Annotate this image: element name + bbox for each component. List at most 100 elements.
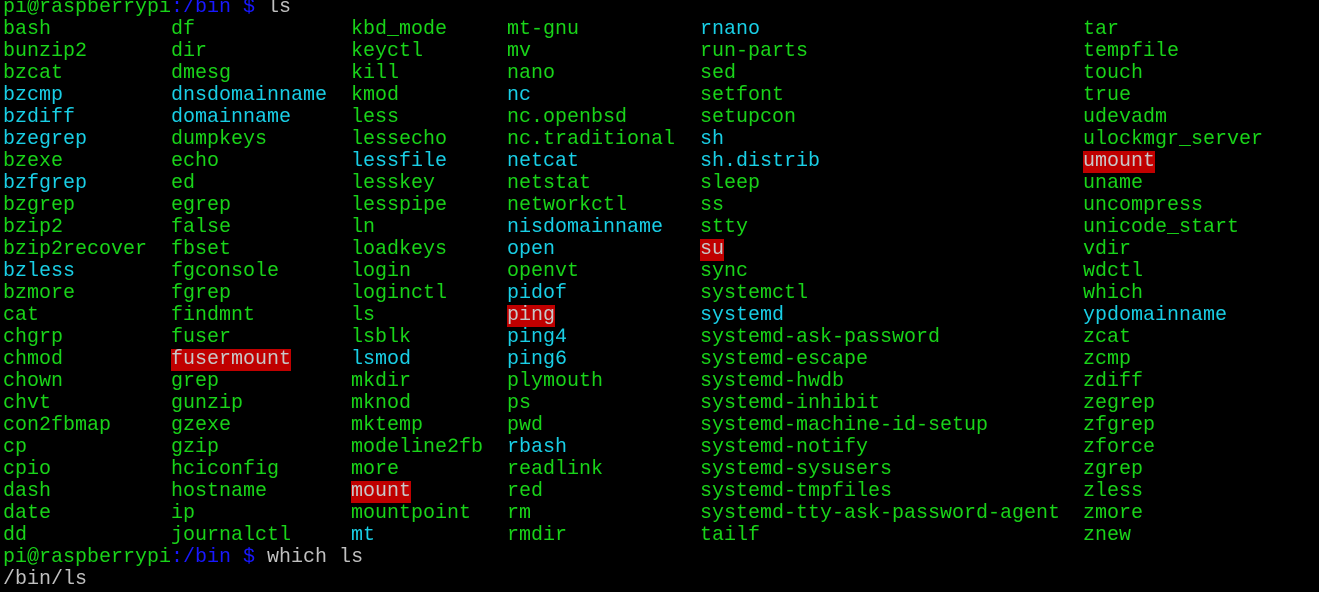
file-entry: lessfile [351,150,448,173]
command-text: which ls [255,546,364,569]
file-entry: plymouth [507,370,604,393]
file-entry: gunzip [171,392,244,415]
file-entry: lsmod [351,348,412,371]
file-entry: systemd-notify [700,436,869,459]
file-entry: vdir [1083,238,1132,261]
file-entry: kill [351,62,400,85]
file-entry: tar [1083,18,1120,41]
file-entry: bunzip2 [3,40,88,63]
file-entry: ip [171,502,196,525]
file-entry: hostname [171,480,268,503]
file-entry: cpio [3,458,52,481]
file-entry: con2fbmap [3,414,112,437]
file-entry: sed [700,62,737,85]
file-entry: systemd-escape [700,348,869,371]
file-entry: zfgrep [1083,414,1156,437]
file-entry: bzexe [3,150,64,173]
file-entry: bzip2 [3,216,64,239]
file-entry: login [351,260,412,283]
file-entry: zmore [1083,502,1144,525]
file-entry: nc [507,84,532,107]
file-entry: rnano [700,18,761,41]
file-entry: rmdir [507,524,568,547]
file-entry: bzfgrep [3,172,88,195]
prompt-user: pi@raspberrypi [3,0,172,19]
file-entry: bzcat [3,62,64,85]
file-entry: fgconsole [171,260,280,283]
file-entry: sync [700,260,749,283]
file-entry: gzexe [171,414,232,437]
file-entry: systemd-tty-ask-password-agent [700,502,1061,525]
file-entry: zless [1083,480,1144,503]
file-entry: mt-gnu [507,18,580,41]
file-entry: uncompress [1083,194,1204,217]
file-entry: ss [700,194,725,217]
file-entry: bash [3,18,52,41]
file-entry: cat [3,304,40,327]
file-entry: readlink [507,458,604,481]
file-entry: ping [507,304,556,327]
file-entry: zdiff [1083,370,1144,393]
file-entry: nc.traditional [507,128,676,151]
command-text: ls [255,0,292,19]
file-entry: umount [1083,150,1156,173]
file-entry: domainname [171,106,292,129]
file-entry: lsblk [351,326,412,349]
file-entry: journalctl [171,524,292,547]
file-entry: dnsdomainname [171,84,328,107]
file-entry: chmod [3,348,64,371]
file-entry: networkctl [507,194,628,217]
file-entry: nc.openbsd [507,106,628,129]
file-entry: systemctl [700,282,809,305]
file-entry: false [171,216,232,239]
file-entry: uname [1083,172,1144,195]
file-entry: ping4 [507,326,568,349]
file-entry: echo [171,150,220,173]
file-entry: bzless [3,260,76,283]
file-entry: mountpoint [351,502,472,525]
terminal-window[interactable]: { "colors": {"executable": "#19d419", "s… [0,0,1319,592]
file-entry: mkdir [351,370,412,393]
file-entry: nano [507,62,556,85]
file-entry: netstat [507,172,592,195]
file-entry: netcat [507,150,580,173]
file-entry: mt [351,524,376,547]
file-entry: ypdomainname [1083,304,1228,327]
file-entry: egrep [171,194,232,217]
file-entry: systemd-inhibit [700,392,881,415]
file-entry: pwd [507,414,544,437]
file-entry: fbset [171,238,232,261]
file-entry: true [1083,84,1132,107]
file-entry: unicode_start [1083,216,1240,239]
file-entry: stty [700,216,749,239]
file-entry: wdctl [1083,260,1144,283]
file-entry: less [351,106,400,129]
file-entry: zcat [1083,326,1132,349]
file-entry: bzegrep [3,128,88,151]
file-entry: lesskey [351,172,436,195]
file-entry: fusermount [171,348,292,371]
file-entry: kbd_mode [351,18,448,41]
file-entry: bzmore [3,282,76,305]
file-entry: su [700,238,725,261]
file-entry: zgrep [1083,458,1144,481]
file-entry: ulockmgr_server [1083,128,1264,151]
file-entry: dir [171,40,208,63]
file-entry: dumpkeys [171,128,268,151]
file-entry: findmnt [171,304,256,327]
file-entry: dd [3,524,28,547]
file-entry: zegrep [1083,392,1156,415]
file-entry: bzdiff [3,106,76,129]
file-entry: sh [700,128,725,151]
file-entry: gzip [171,436,220,459]
file-entry: rbash [507,436,568,459]
file-entry: dmesg [171,62,232,85]
file-entry: rm [507,502,532,525]
file-entry: bzgrep [3,194,76,217]
file-entry: fuser [171,326,232,349]
file-entry: ls [351,304,376,327]
file-entry: systemd-tmpfiles [700,480,893,503]
file-entry: nisdomainname [507,216,664,239]
file-entry: df [171,18,196,41]
prompt-line-which: pi@raspberrypi:/bin $ which ls [3,547,363,569]
